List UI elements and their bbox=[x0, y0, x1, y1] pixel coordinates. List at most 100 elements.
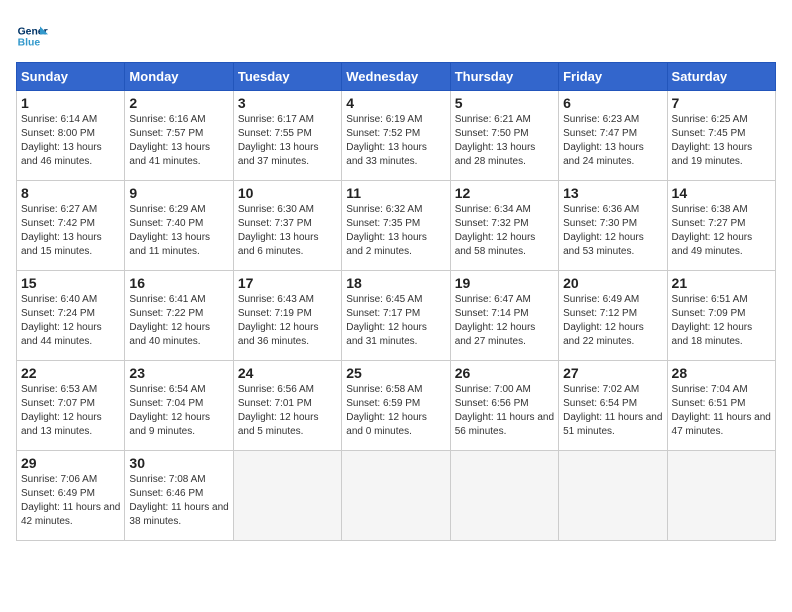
cell-info: Sunrise: 6:14 AM Sunset: 8:00 PM Dayligh… bbox=[21, 113, 120, 169]
day-number: 22 bbox=[21, 365, 120, 381]
calendar-cell: 5 Sunrise: 6:21 AM Sunset: 7:50 PM Dayli… bbox=[450, 91, 558, 181]
cell-info: Sunrise: 6:45 AM Sunset: 7:17 PM Dayligh… bbox=[346, 293, 445, 349]
calendar-cell: 8 Sunrise: 6:27 AM Sunset: 7:42 PM Dayli… bbox=[17, 181, 125, 271]
calendar-cell: 11 Sunrise: 6:32 AM Sunset: 7:35 PM Dayl… bbox=[342, 181, 450, 271]
cell-info: Sunrise: 6:19 AM Sunset: 7:52 PM Dayligh… bbox=[346, 113, 445, 169]
day-number: 30 bbox=[129, 455, 228, 471]
calendar-cell: 19 Sunrise: 6:47 AM Sunset: 7:14 PM Dayl… bbox=[450, 271, 558, 361]
calendar-cell: 16 Sunrise: 6:41 AM Sunset: 7:22 PM Dayl… bbox=[125, 271, 233, 361]
calendar-cell: 30 Sunrise: 7:08 AM Sunset: 6:46 PM Dayl… bbox=[125, 451, 233, 541]
cell-info: Sunrise: 6:43 AM Sunset: 7:19 PM Dayligh… bbox=[238, 293, 337, 349]
column-header-tuesday: Tuesday bbox=[233, 63, 341, 91]
calendar-cell: 1 Sunrise: 6:14 AM Sunset: 8:00 PM Dayli… bbox=[17, 91, 125, 181]
calendar-cell bbox=[450, 451, 558, 541]
cell-info: Sunrise: 7:06 AM Sunset: 6:49 PM Dayligh… bbox=[21, 473, 120, 529]
cell-info: Sunrise: 6:25 AM Sunset: 7:45 PM Dayligh… bbox=[672, 113, 771, 169]
column-headers-row: SundayMondayTuesdayWednesdayThursdayFrid… bbox=[17, 63, 776, 91]
column-header-monday: Monday bbox=[125, 63, 233, 91]
cell-info: Sunrise: 6:21 AM Sunset: 7:50 PM Dayligh… bbox=[455, 113, 554, 169]
day-number: 3 bbox=[238, 95, 337, 111]
cell-info: Sunrise: 7:08 AM Sunset: 6:46 PM Dayligh… bbox=[129, 473, 228, 529]
calendar-cell: 13 Sunrise: 6:36 AM Sunset: 7:30 PM Dayl… bbox=[559, 181, 667, 271]
cell-info: Sunrise: 6:54 AM Sunset: 7:04 PM Dayligh… bbox=[129, 383, 228, 439]
day-number: 25 bbox=[346, 365, 445, 381]
day-number: 20 bbox=[563, 275, 662, 291]
week-row-1: 1 Sunrise: 6:14 AM Sunset: 8:00 PM Dayli… bbox=[17, 91, 776, 181]
calendar-body: 1 Sunrise: 6:14 AM Sunset: 8:00 PM Dayli… bbox=[17, 91, 776, 541]
cell-info: Sunrise: 6:36 AM Sunset: 7:30 PM Dayligh… bbox=[563, 203, 662, 259]
day-number: 5 bbox=[455, 95, 554, 111]
calendar-cell: 29 Sunrise: 7:06 AM Sunset: 6:49 PM Dayl… bbox=[17, 451, 125, 541]
cell-info: Sunrise: 6:38 AM Sunset: 7:27 PM Dayligh… bbox=[672, 203, 771, 259]
day-number: 9 bbox=[129, 185, 228, 201]
cell-info: Sunrise: 6:17 AM Sunset: 7:55 PM Dayligh… bbox=[238, 113, 337, 169]
day-number: 15 bbox=[21, 275, 120, 291]
week-row-3: 15 Sunrise: 6:40 AM Sunset: 7:24 PM Dayl… bbox=[17, 271, 776, 361]
day-number: 12 bbox=[455, 185, 554, 201]
week-row-2: 8 Sunrise: 6:27 AM Sunset: 7:42 PM Dayli… bbox=[17, 181, 776, 271]
cell-info: Sunrise: 6:32 AM Sunset: 7:35 PM Dayligh… bbox=[346, 203, 445, 259]
page-header: General Blue bbox=[16, 16, 776, 52]
cell-info: Sunrise: 6:53 AM Sunset: 7:07 PM Dayligh… bbox=[21, 383, 120, 439]
calendar-cell: 23 Sunrise: 6:54 AM Sunset: 7:04 PM Dayl… bbox=[125, 361, 233, 451]
day-number: 17 bbox=[238, 275, 337, 291]
day-number: 26 bbox=[455, 365, 554, 381]
calendar-cell: 26 Sunrise: 7:00 AM Sunset: 6:56 PM Dayl… bbox=[450, 361, 558, 451]
cell-info: Sunrise: 7:04 AM Sunset: 6:51 PM Dayligh… bbox=[672, 383, 771, 439]
logo-icon: General Blue bbox=[16, 20, 48, 52]
logo: General Blue bbox=[16, 20, 52, 52]
day-number: 11 bbox=[346, 185, 445, 201]
cell-info: Sunrise: 6:16 AM Sunset: 7:57 PM Dayligh… bbox=[129, 113, 228, 169]
day-number: 2 bbox=[129, 95, 228, 111]
day-number: 28 bbox=[672, 365, 771, 381]
day-number: 1 bbox=[21, 95, 120, 111]
calendar-cell: 9 Sunrise: 6:29 AM Sunset: 7:40 PM Dayli… bbox=[125, 181, 233, 271]
cell-info: Sunrise: 6:29 AM Sunset: 7:40 PM Dayligh… bbox=[129, 203, 228, 259]
day-number: 6 bbox=[563, 95, 662, 111]
calendar-cell: 25 Sunrise: 6:58 AM Sunset: 6:59 PM Dayl… bbox=[342, 361, 450, 451]
calendar-cell: 15 Sunrise: 6:40 AM Sunset: 7:24 PM Dayl… bbox=[17, 271, 125, 361]
calendar-cell: 27 Sunrise: 7:02 AM Sunset: 6:54 PM Dayl… bbox=[559, 361, 667, 451]
calendar-cell: 17 Sunrise: 6:43 AM Sunset: 7:19 PM Dayl… bbox=[233, 271, 341, 361]
cell-info: Sunrise: 6:56 AM Sunset: 7:01 PM Dayligh… bbox=[238, 383, 337, 439]
column-header-thursday: Thursday bbox=[450, 63, 558, 91]
cell-info: Sunrise: 7:00 AM Sunset: 6:56 PM Dayligh… bbox=[455, 383, 554, 439]
column-header-wednesday: Wednesday bbox=[342, 63, 450, 91]
cell-info: Sunrise: 6:30 AM Sunset: 7:37 PM Dayligh… bbox=[238, 203, 337, 259]
day-number: 14 bbox=[672, 185, 771, 201]
calendar-cell bbox=[233, 451, 341, 541]
cell-info: Sunrise: 6:40 AM Sunset: 7:24 PM Dayligh… bbox=[21, 293, 120, 349]
cell-info: Sunrise: 6:58 AM Sunset: 6:59 PM Dayligh… bbox=[346, 383, 445, 439]
day-number: 29 bbox=[21, 455, 120, 471]
calendar-cell: 10 Sunrise: 6:30 AM Sunset: 7:37 PM Dayl… bbox=[233, 181, 341, 271]
calendar-cell: 6 Sunrise: 6:23 AM Sunset: 7:47 PM Dayli… bbox=[559, 91, 667, 181]
calendar-cell: 7 Sunrise: 6:25 AM Sunset: 7:45 PM Dayli… bbox=[667, 91, 775, 181]
calendar-cell: 2 Sunrise: 6:16 AM Sunset: 7:57 PM Dayli… bbox=[125, 91, 233, 181]
day-number: 7 bbox=[672, 95, 771, 111]
cell-info: Sunrise: 6:51 AM Sunset: 7:09 PM Dayligh… bbox=[672, 293, 771, 349]
day-number: 19 bbox=[455, 275, 554, 291]
cell-info: Sunrise: 6:41 AM Sunset: 7:22 PM Dayligh… bbox=[129, 293, 228, 349]
calendar-cell: 28 Sunrise: 7:04 AM Sunset: 6:51 PM Dayl… bbox=[667, 361, 775, 451]
day-number: 4 bbox=[346, 95, 445, 111]
column-header-saturday: Saturday bbox=[667, 63, 775, 91]
calendar-cell: 21 Sunrise: 6:51 AM Sunset: 7:09 PM Dayl… bbox=[667, 271, 775, 361]
calendar-cell: 4 Sunrise: 6:19 AM Sunset: 7:52 PM Dayli… bbox=[342, 91, 450, 181]
calendar-cell: 22 Sunrise: 6:53 AM Sunset: 7:07 PM Dayl… bbox=[17, 361, 125, 451]
week-row-4: 22 Sunrise: 6:53 AM Sunset: 7:07 PM Dayl… bbox=[17, 361, 776, 451]
calendar-cell: 20 Sunrise: 6:49 AM Sunset: 7:12 PM Dayl… bbox=[559, 271, 667, 361]
cell-info: Sunrise: 6:27 AM Sunset: 7:42 PM Dayligh… bbox=[21, 203, 120, 259]
calendar-cell bbox=[342, 451, 450, 541]
cell-info: Sunrise: 6:34 AM Sunset: 7:32 PM Dayligh… bbox=[455, 203, 554, 259]
day-number: 27 bbox=[563, 365, 662, 381]
calendar-cell bbox=[559, 451, 667, 541]
calendar-cell: 24 Sunrise: 6:56 AM Sunset: 7:01 PM Dayl… bbox=[233, 361, 341, 451]
cell-info: Sunrise: 6:47 AM Sunset: 7:14 PM Dayligh… bbox=[455, 293, 554, 349]
column-header-sunday: Sunday bbox=[17, 63, 125, 91]
calendar-cell: 18 Sunrise: 6:45 AM Sunset: 7:17 PM Dayl… bbox=[342, 271, 450, 361]
day-number: 10 bbox=[238, 185, 337, 201]
cell-info: Sunrise: 6:23 AM Sunset: 7:47 PM Dayligh… bbox=[563, 113, 662, 169]
day-number: 13 bbox=[563, 185, 662, 201]
day-number: 23 bbox=[129, 365, 228, 381]
svg-text:Blue: Blue bbox=[18, 38, 41, 49]
